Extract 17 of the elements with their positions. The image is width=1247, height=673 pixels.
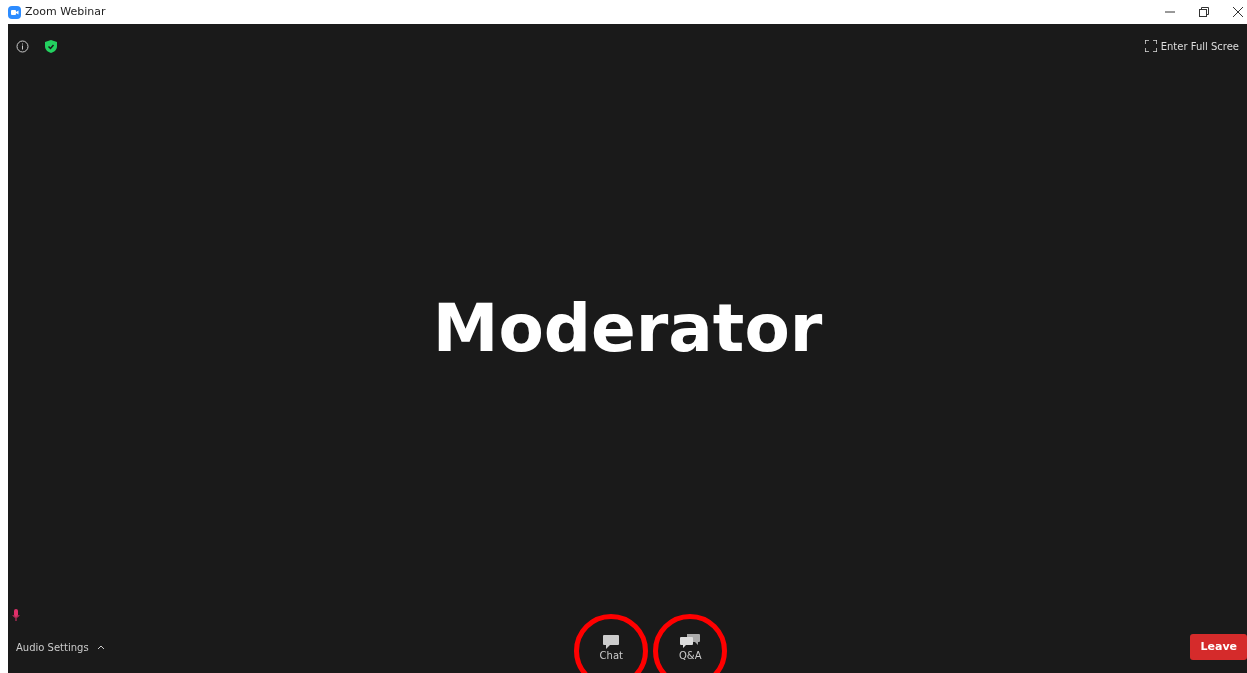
expand-icon[interactable]	[1144, 40, 1157, 52]
qa-button[interactable]: Q&A	[673, 631, 708, 663]
speech-bubbles-icon	[679, 633, 702, 650]
microphone-icon[interactable]	[12, 609, 20, 621]
audio-settings-button[interactable]: Audio Settings	[8, 638, 111, 656]
restore-icon[interactable]	[1199, 7, 1209, 17]
info-icon[interactable]	[16, 39, 29, 53]
leave-button[interactable]: Leave	[1190, 633, 1247, 661]
close-icon[interactable]	[1233, 7, 1243, 17]
chat-button[interactable]: Chat	[593, 631, 629, 663]
shield-check-icon[interactable]	[45, 39, 57, 53]
caret-up-icon	[96, 644, 105, 650]
speech-bubble-icon	[602, 633, 621, 650]
window-title: Zoom Webinar	[25, 3, 106, 20]
speaker-name: Moderator	[432, 289, 823, 369]
app-logo-icon	[8, 5, 21, 19]
full-screen-link[interactable]: Enter Full Scree	[1160, 38, 1239, 54]
